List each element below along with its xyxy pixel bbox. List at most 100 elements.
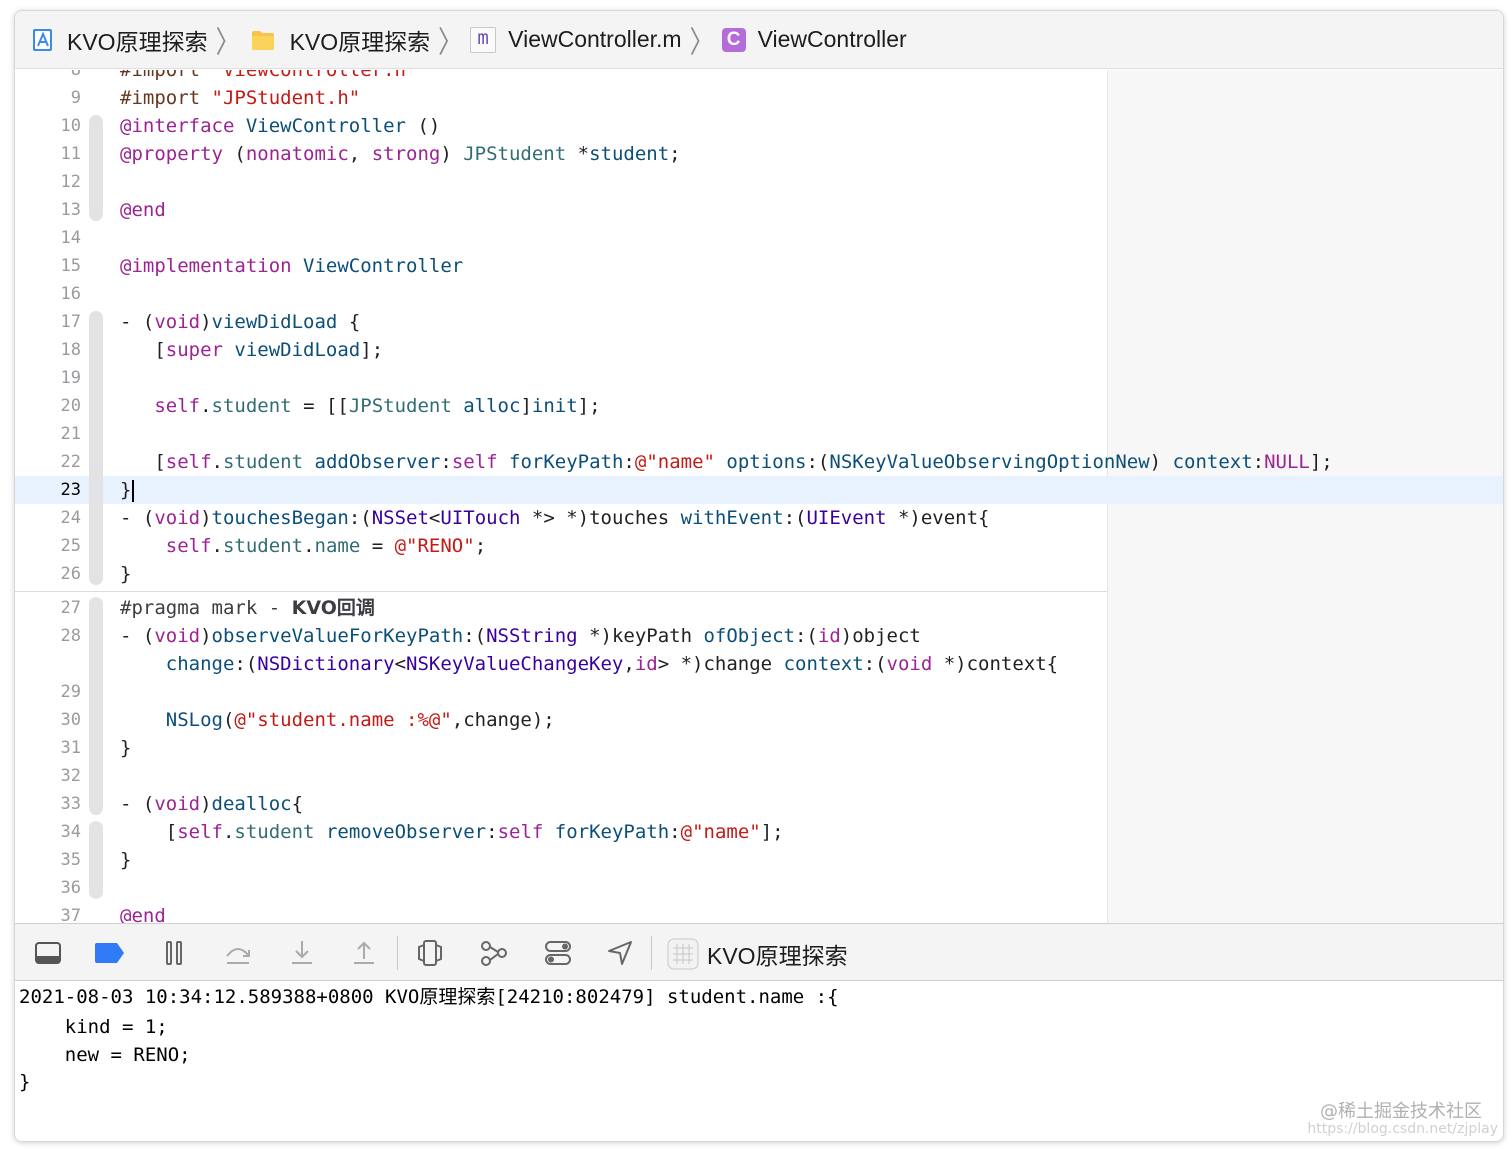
code-text: #pragma mark - KVO回调 [120,597,375,619]
step-over-icon[interactable] [223,938,253,968]
line-number[interactable]: 20 [15,392,81,420]
code-line[interactable]: 27 #pragma mark - KVO回调 [15,594,1107,622]
line-number[interactable]: 10 [15,112,81,140]
process-selector[interactable]: KVO原理探索 [667,937,848,971]
line-number[interactable]: 9 [15,84,81,112]
code-line[interactable]: 28 - (void)observeValueForKeyPath:(NSStri… [15,622,1107,650]
code-line[interactable]: 15 @implementation ViewController [15,252,1107,280]
code-line[interactable]: 14 [15,224,1107,252]
code-line[interactable]: 20 self.student = [[JPStudent alloc]init… [15,392,1107,420]
code-text: @interface ViewController () [120,115,441,137]
line-number[interactable]: 34 [15,818,81,846]
line-number[interactable]: 36 [15,874,81,902]
code-line[interactable]: 24 - (void)touchesBegan:(NSSet<UITouch *>… [15,504,1107,532]
breadcrumb-file[interactable]: m ViewController.m [470,26,682,53]
code-fold-ribbon[interactable] [89,115,103,221]
chevron-right-icon: 〉 [689,26,714,61]
code-line[interactable]: 13 @end [15,196,1107,224]
code-line[interactable]: change:(NSDictionary<NSKeyValueChangeKey… [15,650,1107,678]
code-line[interactable]: 35} [15,846,1107,874]
code-line[interactable]: 16 [15,280,1107,308]
line-number[interactable]: 24 [15,504,81,532]
memory-graph-icon[interactable] [479,938,509,968]
hide-debug-area-icon[interactable] [33,938,63,968]
code-fold-ribbon[interactable] [89,311,103,501]
watermark: @稀土掘金技术社区 [1320,1101,1482,1122]
line-number[interactable]: 33 [15,790,81,818]
line-number[interactable]: 23 [15,476,81,504]
breakpoints-toggle-icon[interactable] [93,938,127,968]
simulate-location-icon[interactable] [605,938,635,968]
code-line[interactable]: 33 - (void)dealloc{ [15,790,1107,818]
code-line[interactable]: 8 #import "ViewController.h" [15,70,1107,84]
code-text: #import "ViewController.h" [120,70,418,81]
text-caret [132,479,135,502]
debug-bar: KVO原理探索 [15,923,1503,981]
code-line[interactable]: 36 [15,874,1107,902]
line-number[interactable]: 11 [15,140,81,168]
line-number[interactable]: 25 [15,532,81,560]
line-number[interactable]: 12 [15,168,81,196]
line-number[interactable]: 35 [15,846,81,874]
step-into-icon[interactable] [287,938,317,968]
code-line[interactable]: 11 @property (nonatomic, strong) JPStuden… [15,140,1107,168]
environment-overrides-icon[interactable] [543,938,573,968]
line-number[interactable]: 13 [15,196,81,224]
line-number[interactable]: 14 [15,224,81,252]
code-fold-ribbon[interactable] [89,479,103,585]
code-line[interactable]: 25 self.student.name = @"RENO"; [15,532,1107,560]
breadcrumb-symbol[interactable]: C ViewController [721,26,907,53]
code-line[interactable]: 31} [15,734,1107,762]
code-line[interactable]: 17 - (void)viewDidLoad { [15,308,1107,336]
pause-icon[interactable] [159,938,189,968]
line-number[interactable]: 30 [15,706,81,734]
code-line[interactable]: 30 NSLog(@"student.name :%@",change); [15,706,1107,734]
code-fold-ribbon[interactable] [89,597,103,815]
line-number[interactable]: 8 [15,70,81,84]
line-number[interactable]: 15 [15,252,81,280]
code-text: } [120,563,132,585]
code-line[interactable]: 10 @interface ViewController () [15,112,1107,140]
code-line[interactable]: 32 [15,762,1107,790]
line-number[interactable]: 19 [15,364,81,392]
code-fold-ribbon[interactable] [89,821,103,899]
breadcrumb-project[interactable]: KVO原理探索 [31,23,208,57]
console-line: kind = 1; [19,1016,168,1038]
code-text: } [120,849,132,871]
line-number[interactable]: 17 [15,308,81,336]
code-line[interactable]: 12 [15,168,1107,196]
line-number[interactable]: 22 [15,448,81,476]
step-out-icon[interactable] [349,938,379,968]
breadcrumb-group[interactable]: KVO原理探索 [248,23,430,57]
code-line[interactable]: 22 [self.student addObserver:self forKey… [15,448,1333,476]
code-text: self.student.name = @"RENO"; [165,535,487,557]
line-number[interactable]: 32 [15,762,81,790]
chevron-right-icon: 〉 [215,26,240,61]
console-line: } [19,1071,31,1093]
code-line[interactable]: 23} [15,476,1503,504]
line-number[interactable]: 37 [15,902,81,923]
line-number[interactable]: 18 [15,336,81,364]
code-text: NSLog(@"student.name :%@",change); [165,709,555,731]
code-line[interactable]: 21 [15,420,1107,448]
line-number[interactable]: 26 [15,560,81,588]
code-line[interactable]: 19 [15,364,1107,392]
console-output[interactable]: 2021-08-03 10:34:12.589388+0800 KVO原理探索[… [15,981,1503,1141]
code-line[interactable]: 9 #import "JPStudent.h" [15,84,1107,112]
code-text: [self.student addObserver:self forKeyPat… [120,451,1333,473]
line-number[interactable]: 28 [15,622,81,650]
line-number[interactable]: 29 [15,678,81,706]
line-number[interactable]: 27 [15,594,81,622]
line-number[interactable]: 31 [15,734,81,762]
source-editor[interactable]: 8 #import "ViewController.h" 9 #import "JPS… [15,70,1503,923]
line-number[interactable]: 21 [15,420,81,448]
code-line[interactable]: 26} [15,560,1107,588]
code-line[interactable]: 18 [super viewDidLoad]; [15,336,1107,364]
line-number[interactable]: 16 [15,280,81,308]
view-hierarchy-icon[interactable] [415,938,445,968]
code-line[interactable]: 29 [15,678,1107,706]
code-line[interactable]: 34 [self.student removeObserver:self for… [15,818,1107,846]
code-text: } [120,737,132,759]
code-line[interactable]: 37 @end [15,902,1107,923]
xcode-window: KVO原理探索 〉 KVO原理探索 〉 m ViewController.m 〉… [14,10,1504,1142]
